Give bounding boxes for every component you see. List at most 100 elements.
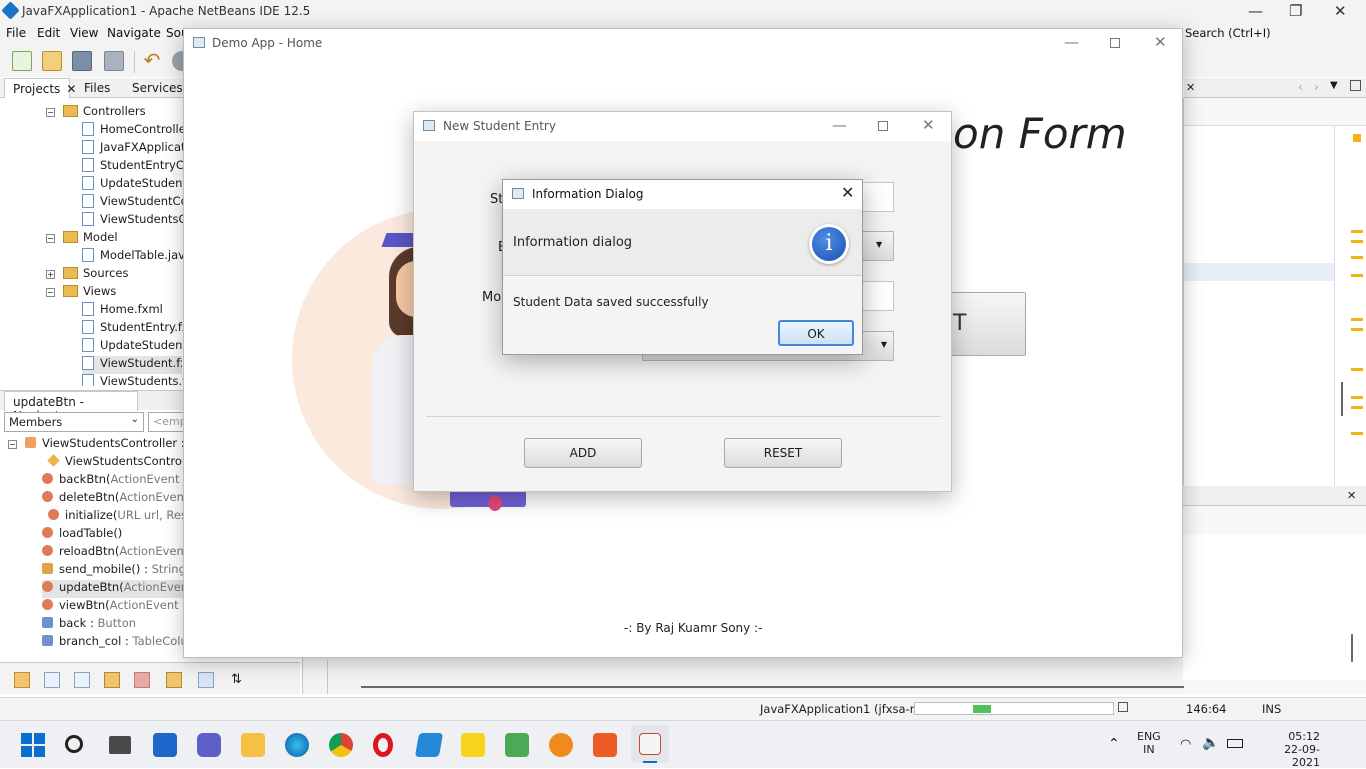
maximize-icon[interactable] <box>1350 80 1361 91</box>
scroll-thumb[interactable] <box>1341 382 1343 416</box>
collapse-icon[interactable]: − <box>8 440 17 449</box>
close-icon[interactable]: ✕ <box>1334 2 1347 20</box>
warning-marker[interactable] <box>1351 240 1363 243</box>
java-app-button[interactable] <box>631 725 669 763</box>
list-item[interactable]: reloadBtn(ActionEvent e <box>42 544 199 562</box>
list-item[interactable]: send_mobile() : String <box>42 562 186 580</box>
list-item[interactable]: viewBtn(ActionEvent ev <box>42 598 196 616</box>
maximize-icon[interactable] <box>878 121 888 131</box>
xampp-icon[interactable] <box>593 733 617 757</box>
static-icon[interactable] <box>74 672 90 688</box>
warning-marker[interactable] <box>1351 368 1363 371</box>
collapse-icon[interactable]: − <box>46 234 55 243</box>
task-view-icon[interactable] <box>109 736 131 754</box>
sticky-notes-icon[interactable] <box>461 733 485 757</box>
chevron-down-icon[interactable]: ▼ <box>1330 80 1338 91</box>
start-icon[interactable] <box>21 733 45 757</box>
battery-icon[interactable] <box>1227 739 1243 748</box>
navigator-filter-input[interactable]: <empt <box>148 412 191 432</box>
collapse-icon[interactable]: − <box>46 288 55 297</box>
collapse-icon[interactable]: − <box>46 108 55 117</box>
widgets-icon[interactable] <box>153 733 177 757</box>
open-project-icon[interactable] <box>72 51 92 71</box>
scroll-left-icon[interactable]: ‹ <box>1298 80 1303 94</box>
language-indicator[interactable]: ENG IN <box>1137 730 1161 756</box>
scroll-right-icon[interactable]: › <box>1314 80 1319 94</box>
tab-navigator[interactable]: updateBtn - Navigator✕ <box>4 391 138 423</box>
minimize-icon[interactable]: — <box>832 116 847 134</box>
chevron-up-icon[interactable]: ⌃ <box>1108 736 1120 752</box>
menu-view[interactable]: View <box>70 26 98 40</box>
volume-icon[interactable]: 🔈 <box>1202 735 1219 751</box>
navigator-filter-select[interactable]: Members ⌄ <box>4 412 144 432</box>
warning-marker[interactable] <box>1351 328 1363 331</box>
expand-icon[interactable]: + <box>46 270 55 279</box>
tree-node[interactable]: UpdateStudentC <box>82 176 195 194</box>
tree-node[interactable]: StudentEntry.fx <box>82 320 189 338</box>
tree-node[interactable]: StudentEntryCo <box>82 158 191 176</box>
search-icon[interactable] <box>65 735 83 753</box>
chat-icon[interactable] <box>197 733 221 757</box>
branch-select[interactable]: ▼ <box>862 231 894 261</box>
wifi-icon[interactable]: ◠ <box>1180 737 1191 752</box>
tree-node[interactable]: + Sources <box>46 266 129 284</box>
warning-marker[interactable] <box>1351 396 1363 399</box>
tree-node[interactable]: ViewStudents.fx <box>82 374 193 386</box>
list-item[interactable]: −ViewStudentsController :: In <box>8 436 203 454</box>
mobile-input[interactable] <box>862 281 894 311</box>
warning-marker[interactable] <box>1351 230 1363 233</box>
close-tab-icon[interactable]: ✕ <box>1186 81 1195 94</box>
list-item[interactable]: ViewStudentsController( <box>47 454 205 472</box>
new-project-icon[interactable] <box>42 51 62 71</box>
save-all-icon[interactable] <box>104 51 124 71</box>
sort-alpha-icon[interactable]: ⇅ <box>230 672 246 688</box>
quick-search[interactable]: Search (Ctrl+I) <box>1185 26 1271 40</box>
tree-node[interactable]: Home.fxml <box>82 302 163 320</box>
tab-files[interactable]: Files <box>76 78 118 98</box>
menu-edit[interactable]: Edit <box>37 26 60 40</box>
tree-node[interactable]: − Model <box>46 230 118 248</box>
restore-icon[interactable]: ❐ <box>1289 2 1302 20</box>
close-icon[interactable]: ✕ <box>1154 33 1167 51</box>
menu-file[interactable]: File <box>6 26 26 40</box>
chrome-icon[interactable] <box>329 733 353 757</box>
opera-icon[interactable] <box>373 733 393 757</box>
members-icon[interactable] <box>14 672 30 688</box>
tree-node[interactable]: ViewStudentsCo <box>82 212 194 230</box>
scroll-thumb[interactable] <box>1351 634 1353 662</box>
tree-node[interactable]: ModelTable.java <box>82 248 192 266</box>
clock[interactable]: 05:12 22-09-2021 <box>1258 730 1320 769</box>
list-item-selected[interactable]: updateBtn(ActionEvent e <box>42 580 204 598</box>
tree-node[interactable]: UpdateStudent.f <box>82 338 195 356</box>
undo-icon[interactable]: ↶ <box>142 50 162 71</box>
tree-node[interactable]: − Controllers <box>46 104 146 122</box>
fields-icon[interactable] <box>44 672 60 688</box>
list-item[interactable]: branch_col : TableColum <box>42 634 199 648</box>
warning-marker[interactable] <box>1351 406 1363 409</box>
tab-projects[interactable]: Projects ✕ <box>4 78 76 98</box>
minimize-icon[interactable]: — <box>1248 2 1263 20</box>
close-tab-icon[interactable]: ✕ <box>1347 489 1356 502</box>
reset-button[interactable]: RESET <box>724 438 842 468</box>
new-file-icon[interactable] <box>12 51 32 71</box>
list-item[interactable]: back : Button <box>42 616 136 634</box>
tree-node[interactable]: JavaFXApplicatio <box>82 140 196 158</box>
warning-marker[interactable] <box>1353 134 1361 142</box>
file-explorer-icon[interactable] <box>241 733 265 757</box>
close-tab-icon[interactable]: ✕ <box>66 82 76 96</box>
fqn-icon[interactable] <box>166 672 182 688</box>
tree-node-selected[interactable]: ViewStudent.fxm <box>82 356 182 374</box>
stop-icon[interactable] <box>1118 702 1128 712</box>
minimize-icon[interactable]: — <box>1064 33 1079 51</box>
close-icon[interactable]: ✕ <box>841 183 854 202</box>
tree-node[interactable]: − Views <box>46 284 116 302</box>
sublime-icon[interactable] <box>549 733 573 757</box>
list-item[interactable]: deleteBtn(ActionEvent e <box>42 490 199 508</box>
tree-node[interactable]: HomeController.j <box>82 122 196 140</box>
list-item[interactable]: loadTable() <box>42 526 122 544</box>
horizontal-scrollbar[interactable] <box>361 686 1184 688</box>
sort-icon[interactable] <box>198 672 214 688</box>
inherited-icon[interactable] <box>134 672 150 688</box>
tree-node[interactable]: ViewStudentCon <box>82 194 195 212</box>
netbeans-icon[interactable] <box>505 733 529 757</box>
